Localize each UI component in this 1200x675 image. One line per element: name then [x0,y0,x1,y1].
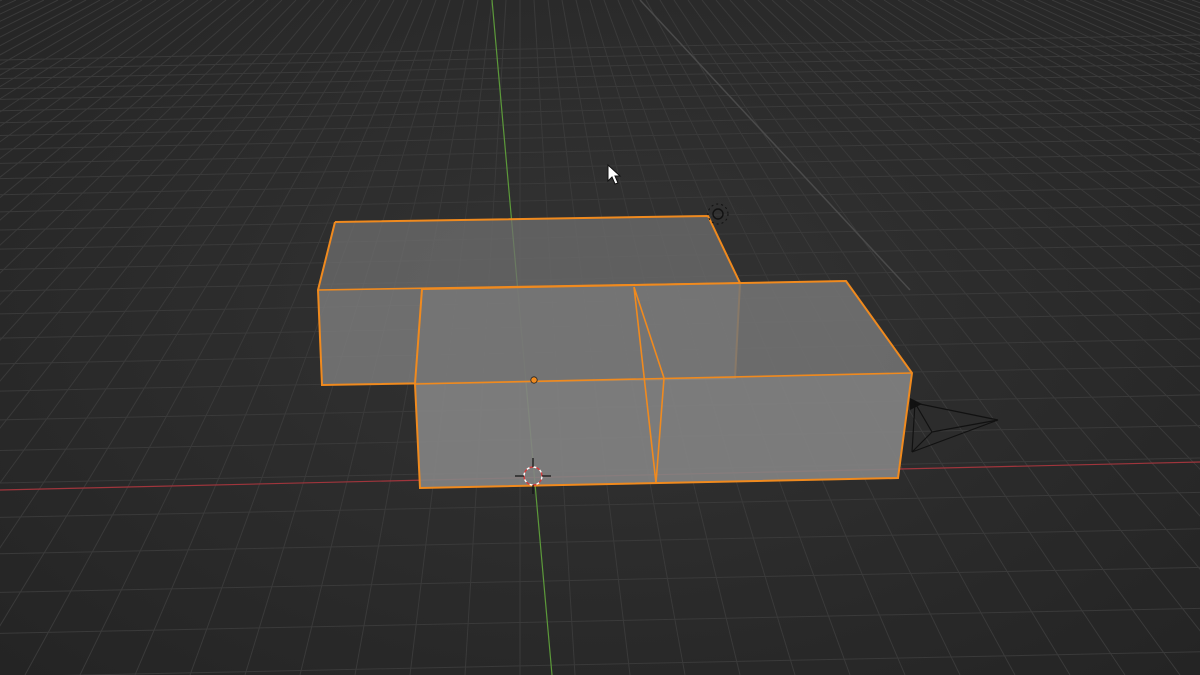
grid-line [0,491,1200,518]
grid-line [0,607,1200,634]
mesh-object-front[interactable] [413,279,914,490]
grid-line [0,528,1200,555]
grid-line [0,73,1200,100]
grid-line [0,63,1200,90]
grid-line [1121,0,1200,31]
mesh-top-face [415,281,912,384]
grid-line [1065,0,1200,58]
grid-line [1051,0,1200,65]
grid-line [925,0,1200,157]
grid-line [1191,0,1200,4]
mouse-pointer-icon [607,163,622,185]
grid-line [1163,0,1200,14]
grid-line [0,110,1200,137]
grid-line [953,0,1200,132]
viewport-scene[interactable] [0,0,1200,675]
grid-line [1177,0,1200,9]
grid-line [0,0,3,2]
3d-viewport[interactable] [0,0,1200,675]
grid-line [939,0,1200,144]
object-origin-dot [530,376,538,384]
grid-line [0,566,1200,593]
camera-object-icon[interactable] [910,398,999,453]
grid-line [1107,0,1200,37]
grid-line [1079,0,1200,50]
grid-line [0,153,1200,180]
mesh-top-face [318,216,740,290]
grid-line [60,651,1200,675]
